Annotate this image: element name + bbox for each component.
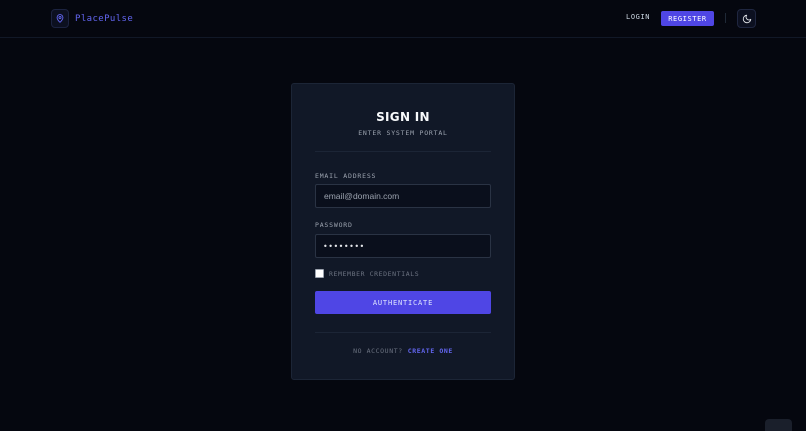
sign-in-card: SIGN IN ENTER SYSTEM PORTAL EMAIL ADDRES…: [291, 83, 515, 380]
email-field[interactable]: [315, 184, 491, 208]
remember-checkbox[interactable]: [315, 269, 324, 278]
page-title: SIGN IN: [376, 110, 430, 124]
brand[interactable]: PlacePulse: [51, 9, 133, 28]
divider: [315, 332, 491, 333]
authenticate-button[interactable]: AUTHENTICATE: [315, 291, 491, 314]
create-account-link[interactable]: CREATE ONE: [408, 347, 453, 355]
remember-label[interactable]: REMEMBER CREDENTIALS: [329, 270, 419, 278]
no-account-text: NO ACCOUNT?: [353, 347, 403, 355]
top-navbar: PlacePulse LOGIN REGISTER: [0, 0, 806, 38]
email-label: EMAIL ADDRESS: [315, 172, 377, 180]
corner-widget-button[interactable]: [765, 419, 792, 431]
password-field[interactable]: [315, 234, 491, 258]
map-pin-icon: [51, 9, 69, 28]
register-button[interactable]: REGISTER: [661, 11, 714, 26]
moon-icon: [742, 14, 752, 24]
page-subtitle: ENTER SYSTEM PORTAL: [358, 129, 448, 137]
nav-divider: [725, 13, 726, 23]
password-label: PASSWORD: [315, 221, 353, 229]
register-prompt: NO ACCOUNT? CREATE ONE: [292, 347, 514, 355]
divider: [315, 151, 491, 152]
theme-toggle-button[interactable]: [737, 9, 756, 28]
brand-name: PlacePulse: [75, 13, 134, 24]
login-link[interactable]: LOGIN: [626, 13, 650, 21]
